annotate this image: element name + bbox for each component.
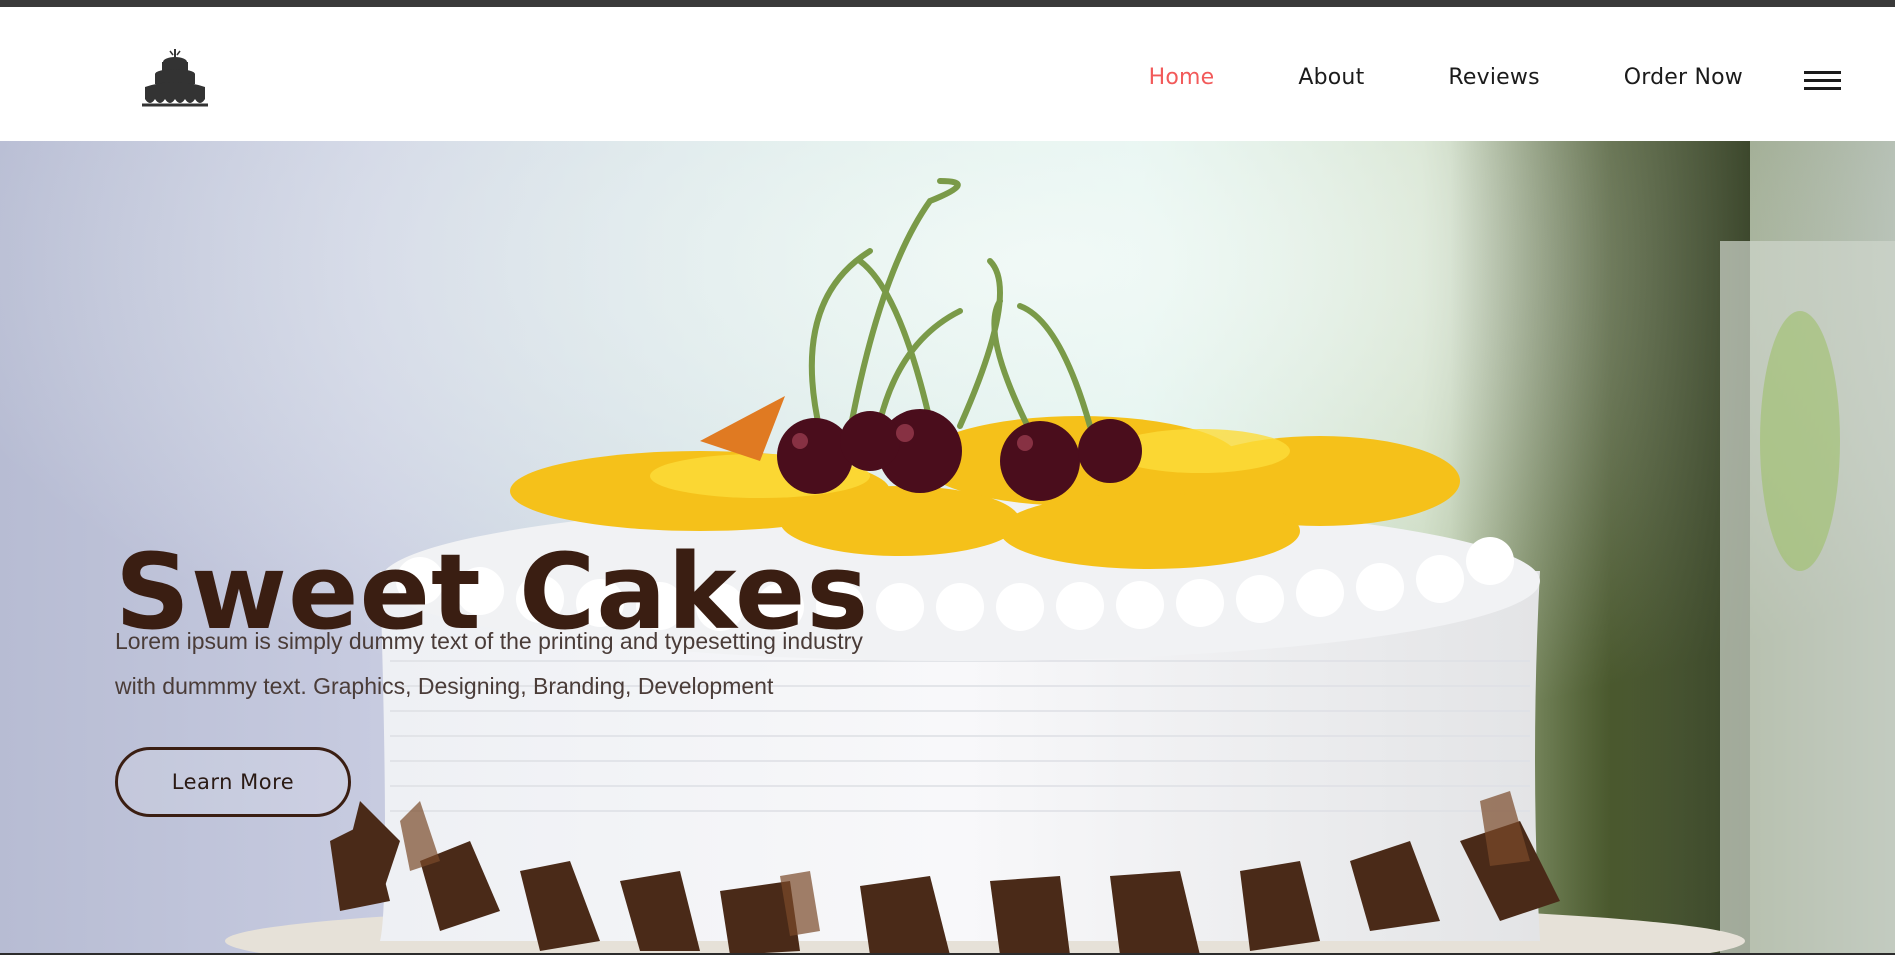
- hamburger-menu-icon[interactable]: [1804, 71, 1841, 93]
- nav-order-now[interactable]: Order Now: [1624, 65, 1743, 90]
- hero-description-line-1: Lorem ipsum is simply dummy text of the …: [115, 628, 863, 654]
- top-border: [0, 0, 1895, 7]
- learn-more-button[interactable]: Learn More: [115, 747, 351, 817]
- hero-section: Sweet Cakes Lorem ipsum is simply dummy …: [0, 141, 1895, 955]
- nav-about[interactable]: About: [1298, 65, 1364, 90]
- site-header: Home About Reviews Order Now: [0, 7, 1895, 141]
- hamburger-line: [1804, 87, 1841, 90]
- main-nav: Home About Reviews Order Now: [1149, 57, 1895, 97]
- nav-home[interactable]: Home: [1149, 65, 1215, 90]
- hero-description: Lorem ipsum is simply dummy text of the …: [115, 619, 975, 709]
- cake-logo-icon[interactable]: [140, 47, 210, 112]
- nav-reviews[interactable]: Reviews: [1448, 65, 1539, 90]
- page: Home About Reviews Order Now Sweet Cakes…: [0, 0, 1895, 955]
- hamburger-line: [1804, 79, 1841, 82]
- hamburger-line: [1804, 71, 1841, 74]
- hero-description-line-2: with dummmy text. Graphics, Designing, B…: [115, 673, 774, 699]
